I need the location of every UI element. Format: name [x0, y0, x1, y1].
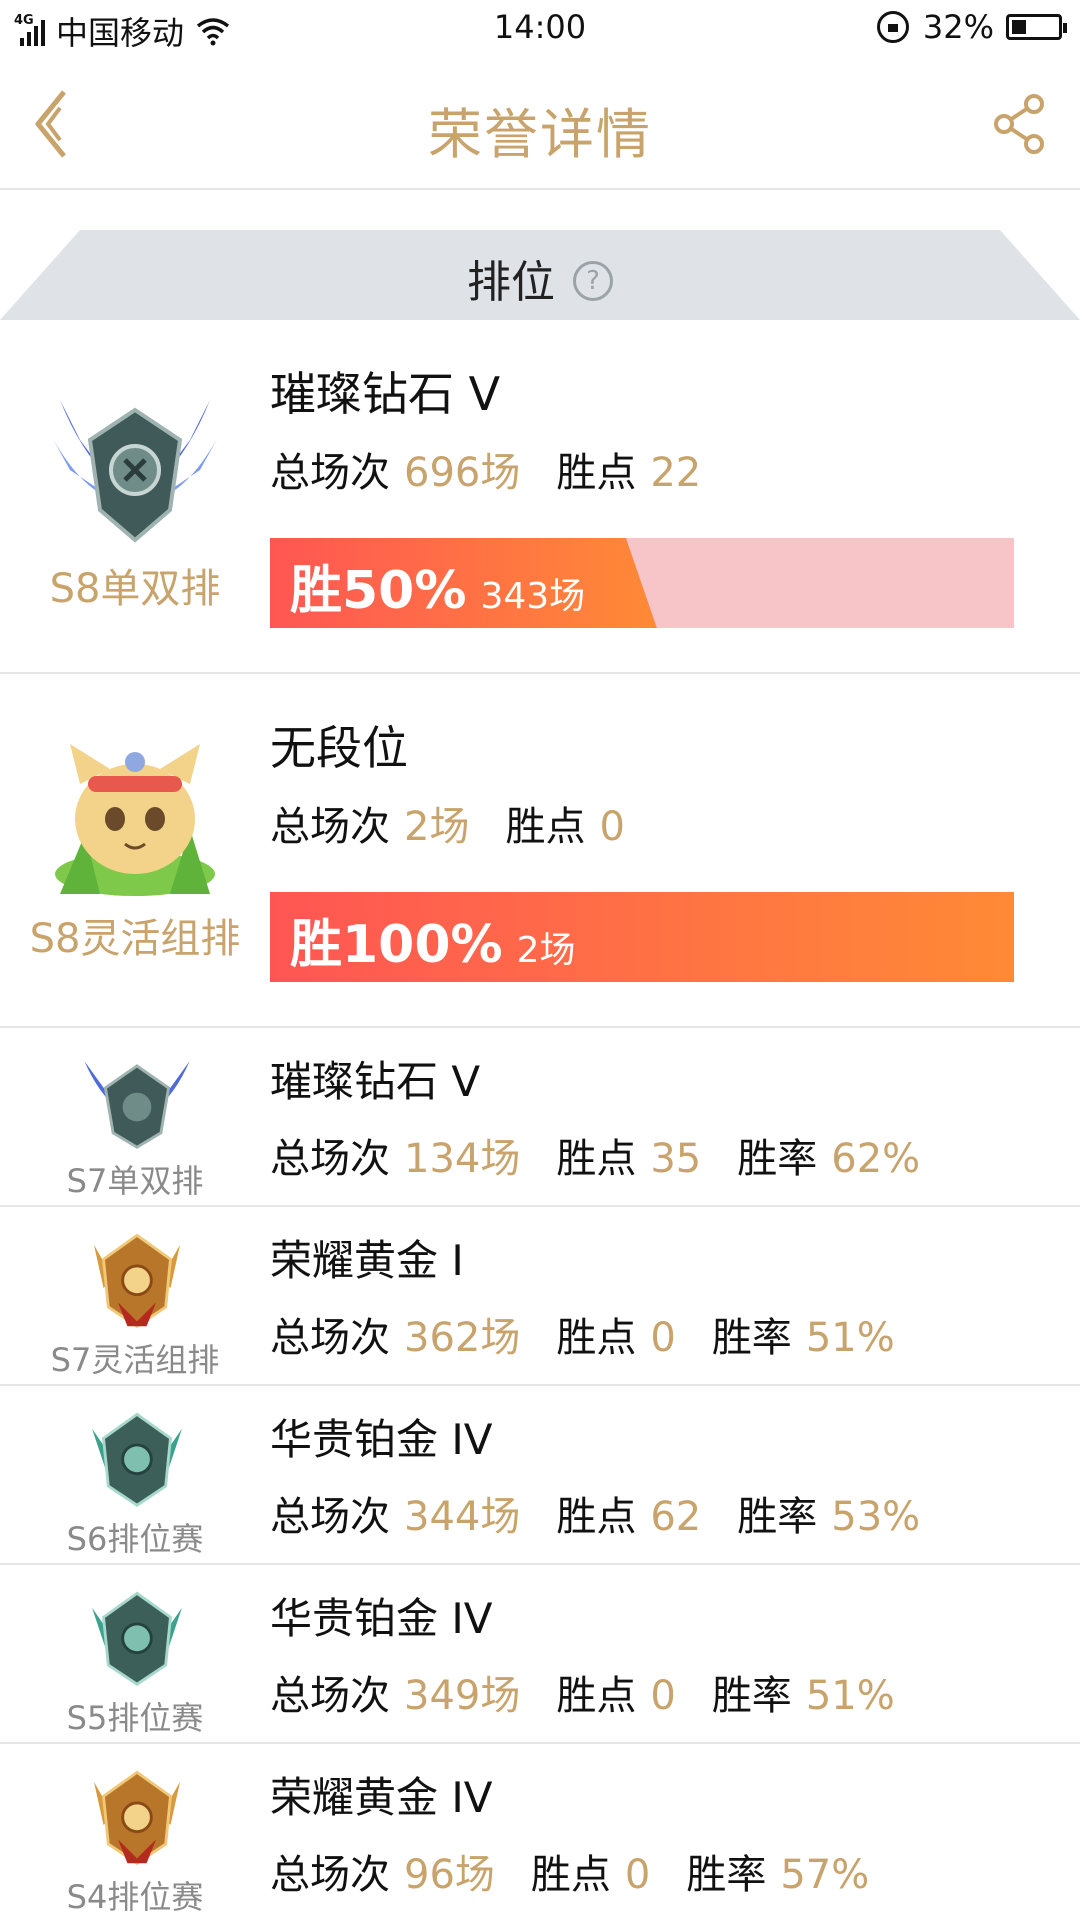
win-rate-bar: 胜100% 2场 — [270, 892, 1014, 982]
win-rate-label: 胜50% — [290, 561, 467, 621]
points-label: 胜点 — [556, 1494, 637, 1540]
season-label: S8灵活组排 — [29, 916, 241, 962]
win-rate-label: 胜率 — [737, 1494, 818, 1540]
win-rate-label: 胜率 — [686, 1852, 767, 1898]
rotation-lock-icon — [876, 11, 909, 43]
season-label: S4排位赛 — [66, 1878, 204, 1916]
points-label: 胜点 — [556, 450, 637, 496]
points-value: 0 — [599, 804, 625, 850]
stats-line: 总场次 96场 胜点 0 胜率 57% — [270, 1842, 869, 1900]
win-count: 343场 — [480, 576, 586, 617]
tier-name: 璀璨钻石 V — [270, 1057, 481, 1106]
win-rate-label: 胜率 — [737, 1136, 818, 1182]
total-value: 362场 — [404, 1315, 521, 1361]
gold-badge-icon — [93, 1233, 181, 1328]
win-count: 2场 — [516, 930, 576, 971]
total-value: 696场 — [404, 450, 521, 496]
season-rank-row[interactable]: S5排位赛 华贵铂金 IV 总场次 349场 胜点 0 胜率 51% — [0, 1565, 1080, 1744]
battery-percent: 32% — [922, 8, 994, 46]
gold-badge-icon — [93, 1770, 181, 1865]
win-rate-value: 51% — [805, 1315, 895, 1361]
diamond-badge-icon — [48, 400, 222, 543]
points-label: 胜点 — [530, 1852, 611, 1898]
season-rank-row[interactable]: S7灵活组排 荣耀黄金 I 总场次 362场 胜点 0 胜率 51% — [0, 1207, 1080, 1386]
total-label: 总场次 — [270, 1852, 390, 1898]
total-label: 总场次 — [270, 450, 390, 496]
stats-line: 总场次 344场 胜点 62 胜率 53% — [270, 1484, 920, 1542]
points-value: 35 — [650, 1136, 702, 1182]
battery-icon — [1006, 14, 1067, 40]
season-rank-row[interactable]: S7单双排 璀璨钻石 V 总场次 134场 胜点 35 胜率 62% — [0, 1028, 1080, 1207]
tier-name: 璀璨钻石 V — [270, 367, 501, 421]
season-rank-row[interactable]: S4排位赛 荣耀黄金 IV 总场次 96场 胜点 0 胜率 57% — [0, 1744, 1080, 1920]
total-label: 总场次 — [270, 1136, 390, 1182]
total-value: 2场 — [404, 804, 470, 850]
nav-bar: 荣誉详情 — [0, 56, 1080, 190]
tier-name: 华贵铂金 IV — [270, 1415, 493, 1464]
points-label: 胜点 — [556, 1136, 637, 1182]
tier-name: 荣耀黄金 IV — [270, 1773, 493, 1822]
tier-name: 荣耀黄金 I — [270, 1236, 464, 1285]
points-value: 62 — [650, 1494, 702, 1540]
featured-rank-row[interactable]: S8灵活组排 无段位 总场次 2场 胜点 0 胜100% 2场 — [0, 674, 1080, 1028]
platinum-badge-icon — [92, 1591, 182, 1686]
total-value: 349场 — [404, 1673, 521, 1719]
win-rate-bar: 胜50% 343场 — [270, 538, 1014, 628]
tier-name: 华贵铂金 IV — [270, 1594, 493, 1643]
featured-rank-row[interactable]: S8单双排 璀璨钻石 V 总场次 696场 胜点 22 胜50% 343场 — [0, 320, 1080, 674]
points-value: 0 — [650, 1315, 676, 1361]
tier-name: 无段位 — [270, 721, 408, 775]
stats-line: 总场次 349场 胜点 0 胜率 51% — [270, 1663, 895, 1721]
win-rate-value: 51% — [805, 1673, 895, 1719]
total-value: 96场 — [404, 1852, 495, 1898]
win-rate-value: 62% — [831, 1136, 921, 1182]
platinum-badge-icon — [92, 1412, 182, 1507]
section-header-ranked: 排位? — [0, 230, 1080, 320]
page-title: 荣誉详情 — [428, 103, 652, 166]
win-rate-value: 53% — [831, 1494, 921, 1540]
win-rate-label: 胜100% — [290, 915, 503, 975]
stats-line: 总场次 362场 胜点 0 胜率 51% — [270, 1305, 895, 1363]
season-label: S7单双排 — [66, 1162, 204, 1200]
stats-line: 总场次 2场 胜点 0 — [270, 794, 625, 852]
win-rate-label: 胜率 — [711, 1315, 792, 1361]
season-label: S7灵活组排 — [50, 1341, 220, 1379]
win-rate-label: 胜率 — [711, 1673, 792, 1719]
total-label: 总场次 — [270, 1315, 390, 1361]
total-value: 134场 — [404, 1136, 521, 1182]
points-label: 胜点 — [556, 1315, 637, 1361]
help-icon[interactable]: ? — [573, 261, 613, 301]
points-value: 0 — [650, 1673, 676, 1719]
points-value: 0 — [624, 1852, 651, 1898]
share-button[interactable] — [990, 92, 1050, 156]
points-value: 22 — [650, 450, 702, 496]
season-label: S6排位赛 — [66, 1520, 204, 1558]
points-label: 胜点 — [556, 1673, 637, 1719]
stats-line: 总场次 134场 胜点 35 胜率 62% — [270, 1126, 920, 1184]
stats-line: 总场次 696场 胜点 22 — [270, 440, 701, 498]
teemo-unranked-icon — [55, 744, 215, 896]
status-bar: 4G 中国移动 14:00 32% — [0, 0, 1080, 56]
total-label: 总场次 — [270, 804, 390, 850]
season-label: S8单双排 — [49, 566, 221, 612]
share-icon — [994, 94, 1044, 154]
win-rate-value: 57% — [780, 1852, 870, 1898]
total-label: 总场次 — [270, 1494, 390, 1540]
season-rank-row[interactable]: S6排位赛 华贵铂金 IV 总场次 344场 胜点 62 胜率 53% — [0, 1386, 1080, 1565]
section-title: 排位 — [467, 257, 555, 308]
season-label: S5排位赛 — [66, 1699, 204, 1737]
diamond-badge-icon — [84, 1061, 190, 1149]
total-label: 总场次 — [270, 1673, 390, 1719]
total-value: 344场 — [404, 1494, 521, 1540]
points-label: 胜点 — [505, 804, 586, 850]
